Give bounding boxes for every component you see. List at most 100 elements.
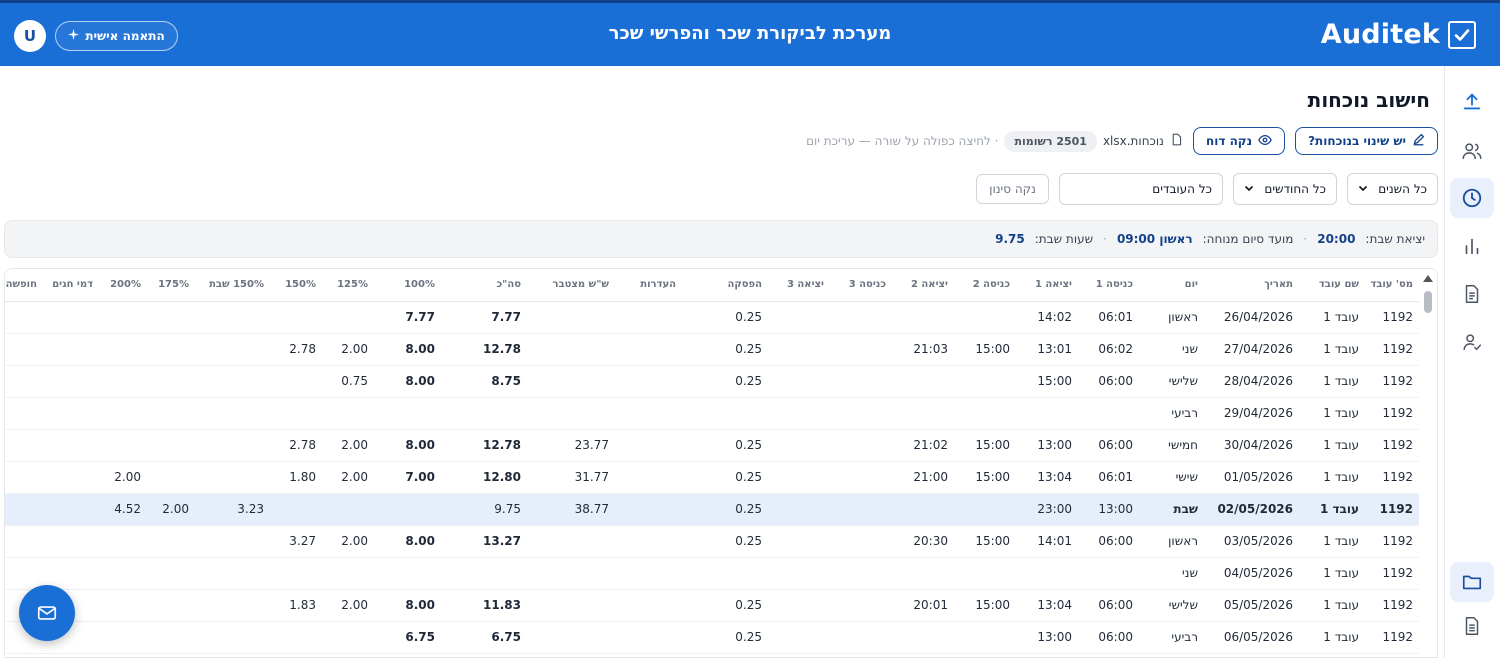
table-cell — [441, 557, 527, 590]
table-cell: 6.75 — [374, 621, 441, 654]
years-select[interactable]: כל השנים — [1347, 173, 1438, 205]
sidebar-item-upload[interactable] — [1450, 82, 1494, 122]
sidebar-item-file-text[interactable] — [1450, 606, 1494, 646]
column-header[interactable]: כניסה 2 — [954, 269, 1016, 302]
table-cell: 23.77 — [527, 429, 615, 462]
sidebar-item-reports[interactable] — [1450, 226, 1494, 266]
column-header[interactable]: העדרות — [615, 269, 682, 302]
message-button[interactable] — [19, 585, 75, 641]
table-cell — [830, 493, 892, 526]
sidebar-item-documents[interactable] — [1450, 274, 1494, 314]
clear-filter-button[interactable]: נקה סינון — [976, 174, 1049, 204]
table-row[interactable]: 1192 עובד 1 27/04/2026 שני 06:02 13:01 15:00 21… — [5, 333, 1419, 366]
table-cell — [527, 525, 615, 558]
table-cell: 1192 — [1365, 365, 1419, 398]
file-info: נוכחות.xlsx 2501 רשומות · לחיצה כפולה על… — [806, 130, 1183, 152]
personalize-button[interactable]: התאמה אישית — [55, 21, 178, 51]
sidebar-item-employees[interactable] — [1450, 131, 1494, 171]
clear-report-button[interactable]: נקה דוח — [1192, 127, 1286, 155]
table-cell — [954, 493, 1016, 526]
column-header[interactable]: ש"ש מצטבר — [527, 269, 615, 302]
table-cell — [768, 461, 830, 494]
table-cell: 2.00 — [322, 589, 374, 622]
column-header[interactable]: שם עובד — [1299, 269, 1365, 302]
table-cell — [147, 429, 195, 462]
table-row[interactable]: 1192 עובד 1 28/04/2026 שלישי 06:00 15:00 0.25 8… — [5, 365, 1419, 398]
table-row[interactable]: 1192 עובד 1 06/05/2026 רביעי 06:00 13:00 0.25 6… — [5, 621, 1419, 654]
months-select[interactable]: כל החודשים — [1233, 173, 1337, 205]
table-cell: 12.78 — [441, 429, 527, 462]
table-cell: 11.83 — [441, 589, 527, 622]
column-header[interactable]: יציאה 2 — [892, 269, 954, 302]
column-header[interactable]: 100% — [374, 269, 441, 302]
scroll-up-arrow[interactable] — [1423, 275, 1433, 282]
table-row[interactable]: 1192 עובד 1 29/04/2026 רביעי — [5, 397, 1419, 430]
column-header[interactable]: 175% — [147, 269, 195, 302]
table-cell — [830, 525, 892, 558]
table-cell — [43, 461, 99, 494]
vertical-scrollbar[interactable] — [1419, 269, 1437, 657]
table-cell — [147, 525, 195, 558]
column-header[interactable]: 150% — [270, 269, 322, 302]
table-cell — [615, 589, 682, 622]
attendance-table-container[interactable]: מס' עובד שם עובד תאריך יום כניסה 1 יציאה 1 כני… — [4, 268, 1438, 658]
table-cell — [270, 621, 322, 654]
folder-icon — [1462, 575, 1482, 590]
table-cell: 06:00 — [1078, 429, 1139, 462]
table-row[interactable]: 1192 עובד 1 26/04/2026 ראשון 06:01 14:02 0.25 7… — [5, 301, 1419, 334]
column-header[interactable]: הפסקה — [682, 269, 768, 302]
table-cell — [99, 333, 147, 366]
table-cell: 0.75 — [322, 365, 374, 398]
table-cell — [270, 365, 322, 398]
column-header[interactable]: יום — [1139, 269, 1204, 302]
table-cell — [527, 365, 615, 398]
table-row[interactable]: 1192 עובד 1 04/05/2026 שני — [5, 557, 1419, 590]
table-cell: 1192 — [1365, 397, 1419, 430]
table-cell: עובד 1 — [1299, 525, 1365, 558]
scroll-thumb[interactable] — [1424, 291, 1432, 313]
table-cell — [5, 397, 43, 430]
separator: · — [1303, 232, 1308, 246]
table-row[interactable]: 1192 עובד 1 02/05/2026 שבת 13:00 23:00 0.25 38.… — [5, 493, 1419, 526]
personalize-label: התאמה אישית — [85, 29, 165, 43]
column-header[interactable]: סה"כ — [441, 269, 527, 302]
column-header[interactable]: 200% — [99, 269, 147, 302]
table-cell — [954, 397, 1016, 430]
table-cell — [5, 333, 43, 366]
table-cell: 0.25 — [682, 333, 768, 366]
table-row[interactable]: 1192 עובד 1 01/05/2026 שישי 06:01 13:04 15:00 2… — [5, 461, 1419, 494]
shabbat-hours-value: 9.75 — [995, 232, 1025, 246]
column-header[interactable]: יציאה 1 — [1016, 269, 1078, 302]
column-header[interactable]: 150% שבת — [195, 269, 270, 302]
column-header[interactable]: תאריך — [1204, 269, 1299, 302]
table-cell: 12.80 — [441, 461, 527, 494]
table-row[interactable]: 1192 עובד 1 03/05/2026 ראשון 06:00 14:01 15:00… — [5, 525, 1419, 558]
column-header[interactable]: דמי חגים — [43, 269, 99, 302]
table-cell — [527, 589, 615, 622]
column-header[interactable]: כניסה 1 — [1078, 269, 1139, 302]
sidebar-item-files[interactable] — [1450, 562, 1494, 602]
column-header[interactable]: יציאה 3 — [768, 269, 830, 302]
column-header[interactable]: 125% — [322, 269, 374, 302]
table-cell: עובד 1 — [1299, 621, 1365, 654]
table-cell: 9.75 — [441, 493, 527, 526]
column-header[interactable]: כניסה 3 — [830, 269, 892, 302]
table-cell: 06:00 — [1078, 365, 1139, 398]
table-cell: שני — [1139, 557, 1204, 590]
table-row[interactable]: 1192 עובד 1 30/04/2026 חמישי 06:00 13:00 15:00… — [5, 429, 1419, 462]
employees-select[interactable]: כל העובדים — [1059, 173, 1223, 205]
table-row[interactable]: 1192 עובד 1 05/05/2026 שלישי 06:00 13:04 15:00… — [5, 589, 1419, 622]
table-cell — [43, 429, 99, 462]
table-cell — [892, 621, 954, 654]
employees-select-value: כל העובדים — [1152, 182, 1212, 196]
user-avatar[interactable]: U — [14, 20, 46, 52]
column-header[interactable]: מס' עובד — [1365, 269, 1419, 302]
column-header[interactable]: חופשה — [5, 269, 43, 302]
attendance-change-button[interactable]: יש שינוי בנוכחות? — [1295, 127, 1438, 155]
table-cell — [768, 365, 830, 398]
table-cell — [147, 397, 195, 430]
table-cell: 1192 — [1365, 525, 1419, 558]
sidebar-item-approvals[interactable] — [1450, 322, 1494, 362]
actions-row: יש שינוי בנוכחות? נקה דוח נוכחות.xlsx 25… — [806, 127, 1438, 155]
sidebar-item-attendance[interactable] — [1450, 178, 1494, 218]
